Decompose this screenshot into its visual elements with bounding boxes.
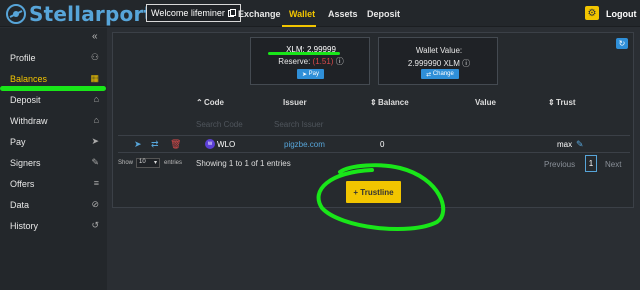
annotation-circle bbox=[316, 163, 446, 232]
